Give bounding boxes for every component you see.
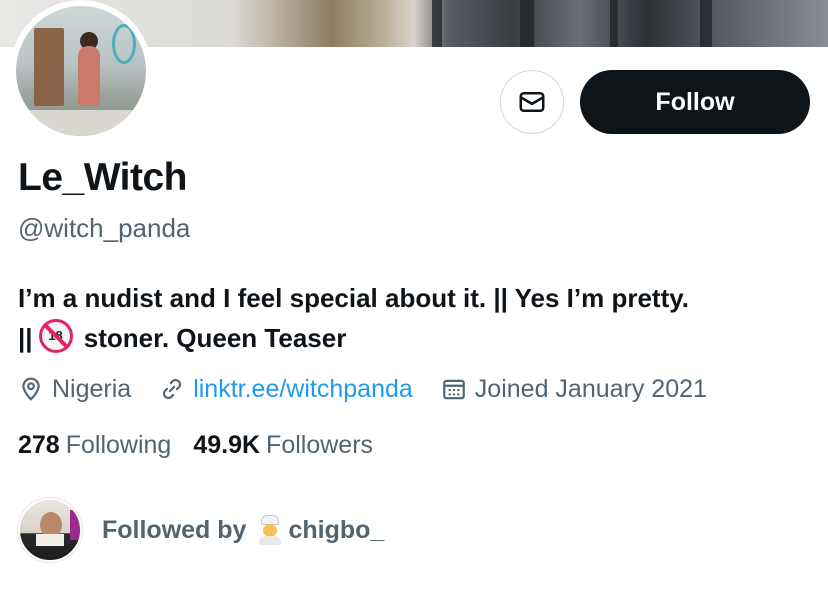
no-under-18-icon: 18 [38,319,73,353]
location-pin-icon [22,377,40,401]
follow-button[interactable]: Follow [580,70,810,134]
user-handle: @witch_panda [18,213,191,243]
profile-stats: 278 Following 49.9K Followers [18,429,395,461]
display-name: Le_Witch [18,156,188,199]
following-count: 278 [18,430,60,459]
bio-separator: || [18,323,33,353]
followers-label: Followers [266,430,374,459]
followed-by-text: Followed by chigbo_ [102,515,384,545]
envelope-icon [519,92,545,112]
followed-by-label: Followed by [102,515,247,544]
followed-by[interactable]: Followed by chigbo_ [18,498,384,562]
follower-username[interactable]: chigbo_ [288,516,384,545]
follower-avatar[interactable] [18,498,82,562]
profile-bio: I’m a nudist and I feel special about it… [18,278,818,358]
join-date: Joined January 2021 [441,375,707,404]
bio-line-2-text: stoner. Queen Teaser [83,323,347,353]
link-icon [163,378,182,400]
profile-page: Follow Le_Witch @witch_panda I’m a nudis… [0,0,828,597]
location: Nigeria [18,375,131,404]
followers-stat[interactable]: 49.9K Followers [193,431,373,460]
following-label: Following [65,430,172,459]
calendar-icon [442,379,465,400]
following-stat[interactable]: 278 Following [18,431,171,460]
chef-emoji-icon [256,515,284,545]
avatar-photo [16,6,146,136]
location-text: Nigeria [52,374,132,403]
bio-line-1: I’m a nudist and I feel special about it… [18,283,689,313]
bio-line-2: || 18 stoner. Queen Teaser [18,318,818,358]
join-date-text: Joined January 2021 [474,374,707,403]
profile-avatar[interactable] [10,0,152,142]
website[interactable]: linktr.ee/witchpanda [159,375,413,404]
followers-count: 49.9K [193,430,261,459]
profile-meta: Nigeria linktr.ee/witchpanda Joined Janu… [18,372,707,406]
website-link[interactable]: linktr.ee/witchpanda [193,375,413,404]
message-button[interactable] [500,70,564,134]
